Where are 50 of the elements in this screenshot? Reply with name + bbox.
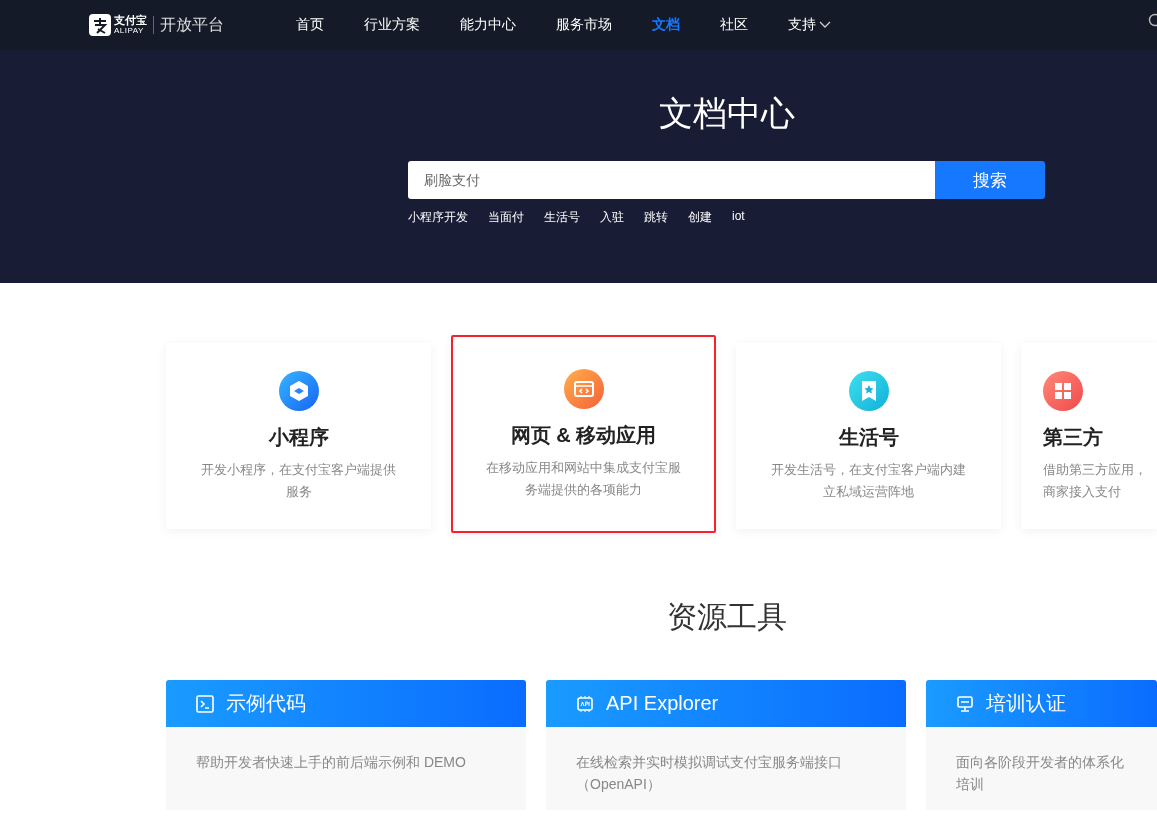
api-chip-icon: [576, 694, 594, 713]
nav-link[interactable]: 首页: [296, 16, 324, 34]
card-title: 培训认证: [986, 691, 1066, 716]
nav-link[interactable]: 社区: [720, 16, 748, 34]
grid-icon: [1043, 371, 1083, 411]
product-card[interactable]: 小程序 开发小程序，在支付宝客户端提供服务: [166, 343, 431, 529]
hot-search-link[interactable]: 创建: [688, 209, 712, 226]
hot-search-link[interactable]: iot: [732, 209, 745, 226]
code-window-icon: [563, 369, 604, 409]
cube-icon: [278, 371, 319, 411]
hot-search-link[interactable]: 生活号: [544, 209, 580, 226]
resource-card[interactable]: API Explorer 在线检索并实时模拟调试支付宝服务端接口（OpenAPI）: [546, 680, 906, 810]
nav-link[interactable]: 能力中心: [460, 16, 516, 34]
card-title: API Explorer: [606, 692, 719, 715]
card-description: 在线检索并实时模拟调试支付宝服务端接口（OpenAPI）: [575, 753, 843, 794]
card-description: 在移动应用和网站中集成支付宝服务端提供的各项能力: [485, 459, 682, 499]
card-description: 开发生活号，在支付宝客户端内建立私域运营阵地: [770, 461, 967, 501]
card-description: 帮助开发者快速上手的前后端示例和 DEMO: [195, 753, 467, 772]
hot-search-link[interactable]: 小程序开发: [408, 209, 468, 226]
logo-latin-text: ALIPAY: [114, 27, 145, 35]
product-card[interactable]: 第三方 借助第三方应用，商家接入支付: [1021, 343, 1157, 529]
hot-search-link[interactable]: 跳转: [644, 209, 668, 226]
nav-link[interactable]: 支持: [788, 16, 831, 34]
hot-search-link[interactable]: 入驻: [600, 209, 624, 226]
nav-link[interactable]: 服务市场: [556, 16, 612, 34]
resource-card[interactable]: 示例代码 帮助开发者快速上手的前后端示例和 DEMO: [166, 680, 526, 810]
card-title: 网页 & 移动应用: [510, 423, 657, 448]
search-button[interactable]: 搜索: [935, 161, 1045, 199]
card-description: 开发小程序，在支付宝客户端提供服务: [200, 461, 397, 501]
terminal-icon: [196, 694, 214, 713]
hot-search-link[interactable]: 当面付: [488, 209, 524, 226]
nav-link[interactable]: 行业方案: [364, 16, 420, 34]
card-title: 示例代码: [226, 691, 306, 716]
section-title: 资源工具: [665, 599, 788, 635]
presentation-board-icon: [956, 694, 974, 713]
card-title: 小程序: [268, 425, 329, 450]
logo-icon: [89, 14, 111, 36]
card-title: 第三方: [1043, 425, 1103, 450]
card-description: 面向各阶段开发者的体系化培训: [955, 753, 1125, 794]
search-icon[interactable]: [1147, 13, 1157, 29]
product-card[interactable]: 网页 & 移动应用 在移动应用和网站中集成支付宝服务端提供的各项能力: [451, 335, 716, 533]
resource-card[interactable]: 培训认证 面向各阶段开发者的体系化培训: [926, 680, 1157, 810]
card-title: 生活号: [838, 425, 899, 450]
logo-brand-text: 支付宝: [114, 15, 147, 26]
card-description: 借助第三方应用，商家接入支付: [1043, 461, 1148, 501]
product-card[interactable]: 生活号 开发生活号，在支付宝客户端内建立私域运营阵地: [736, 343, 1001, 529]
page-title: 文档中心: [657, 93, 796, 134]
nav-link[interactable]: 文档: [652, 16, 680, 34]
platform-name: 开放平台: [160, 14, 224, 35]
search-field[interactable]: 刷脸支付: [408, 161, 935, 199]
